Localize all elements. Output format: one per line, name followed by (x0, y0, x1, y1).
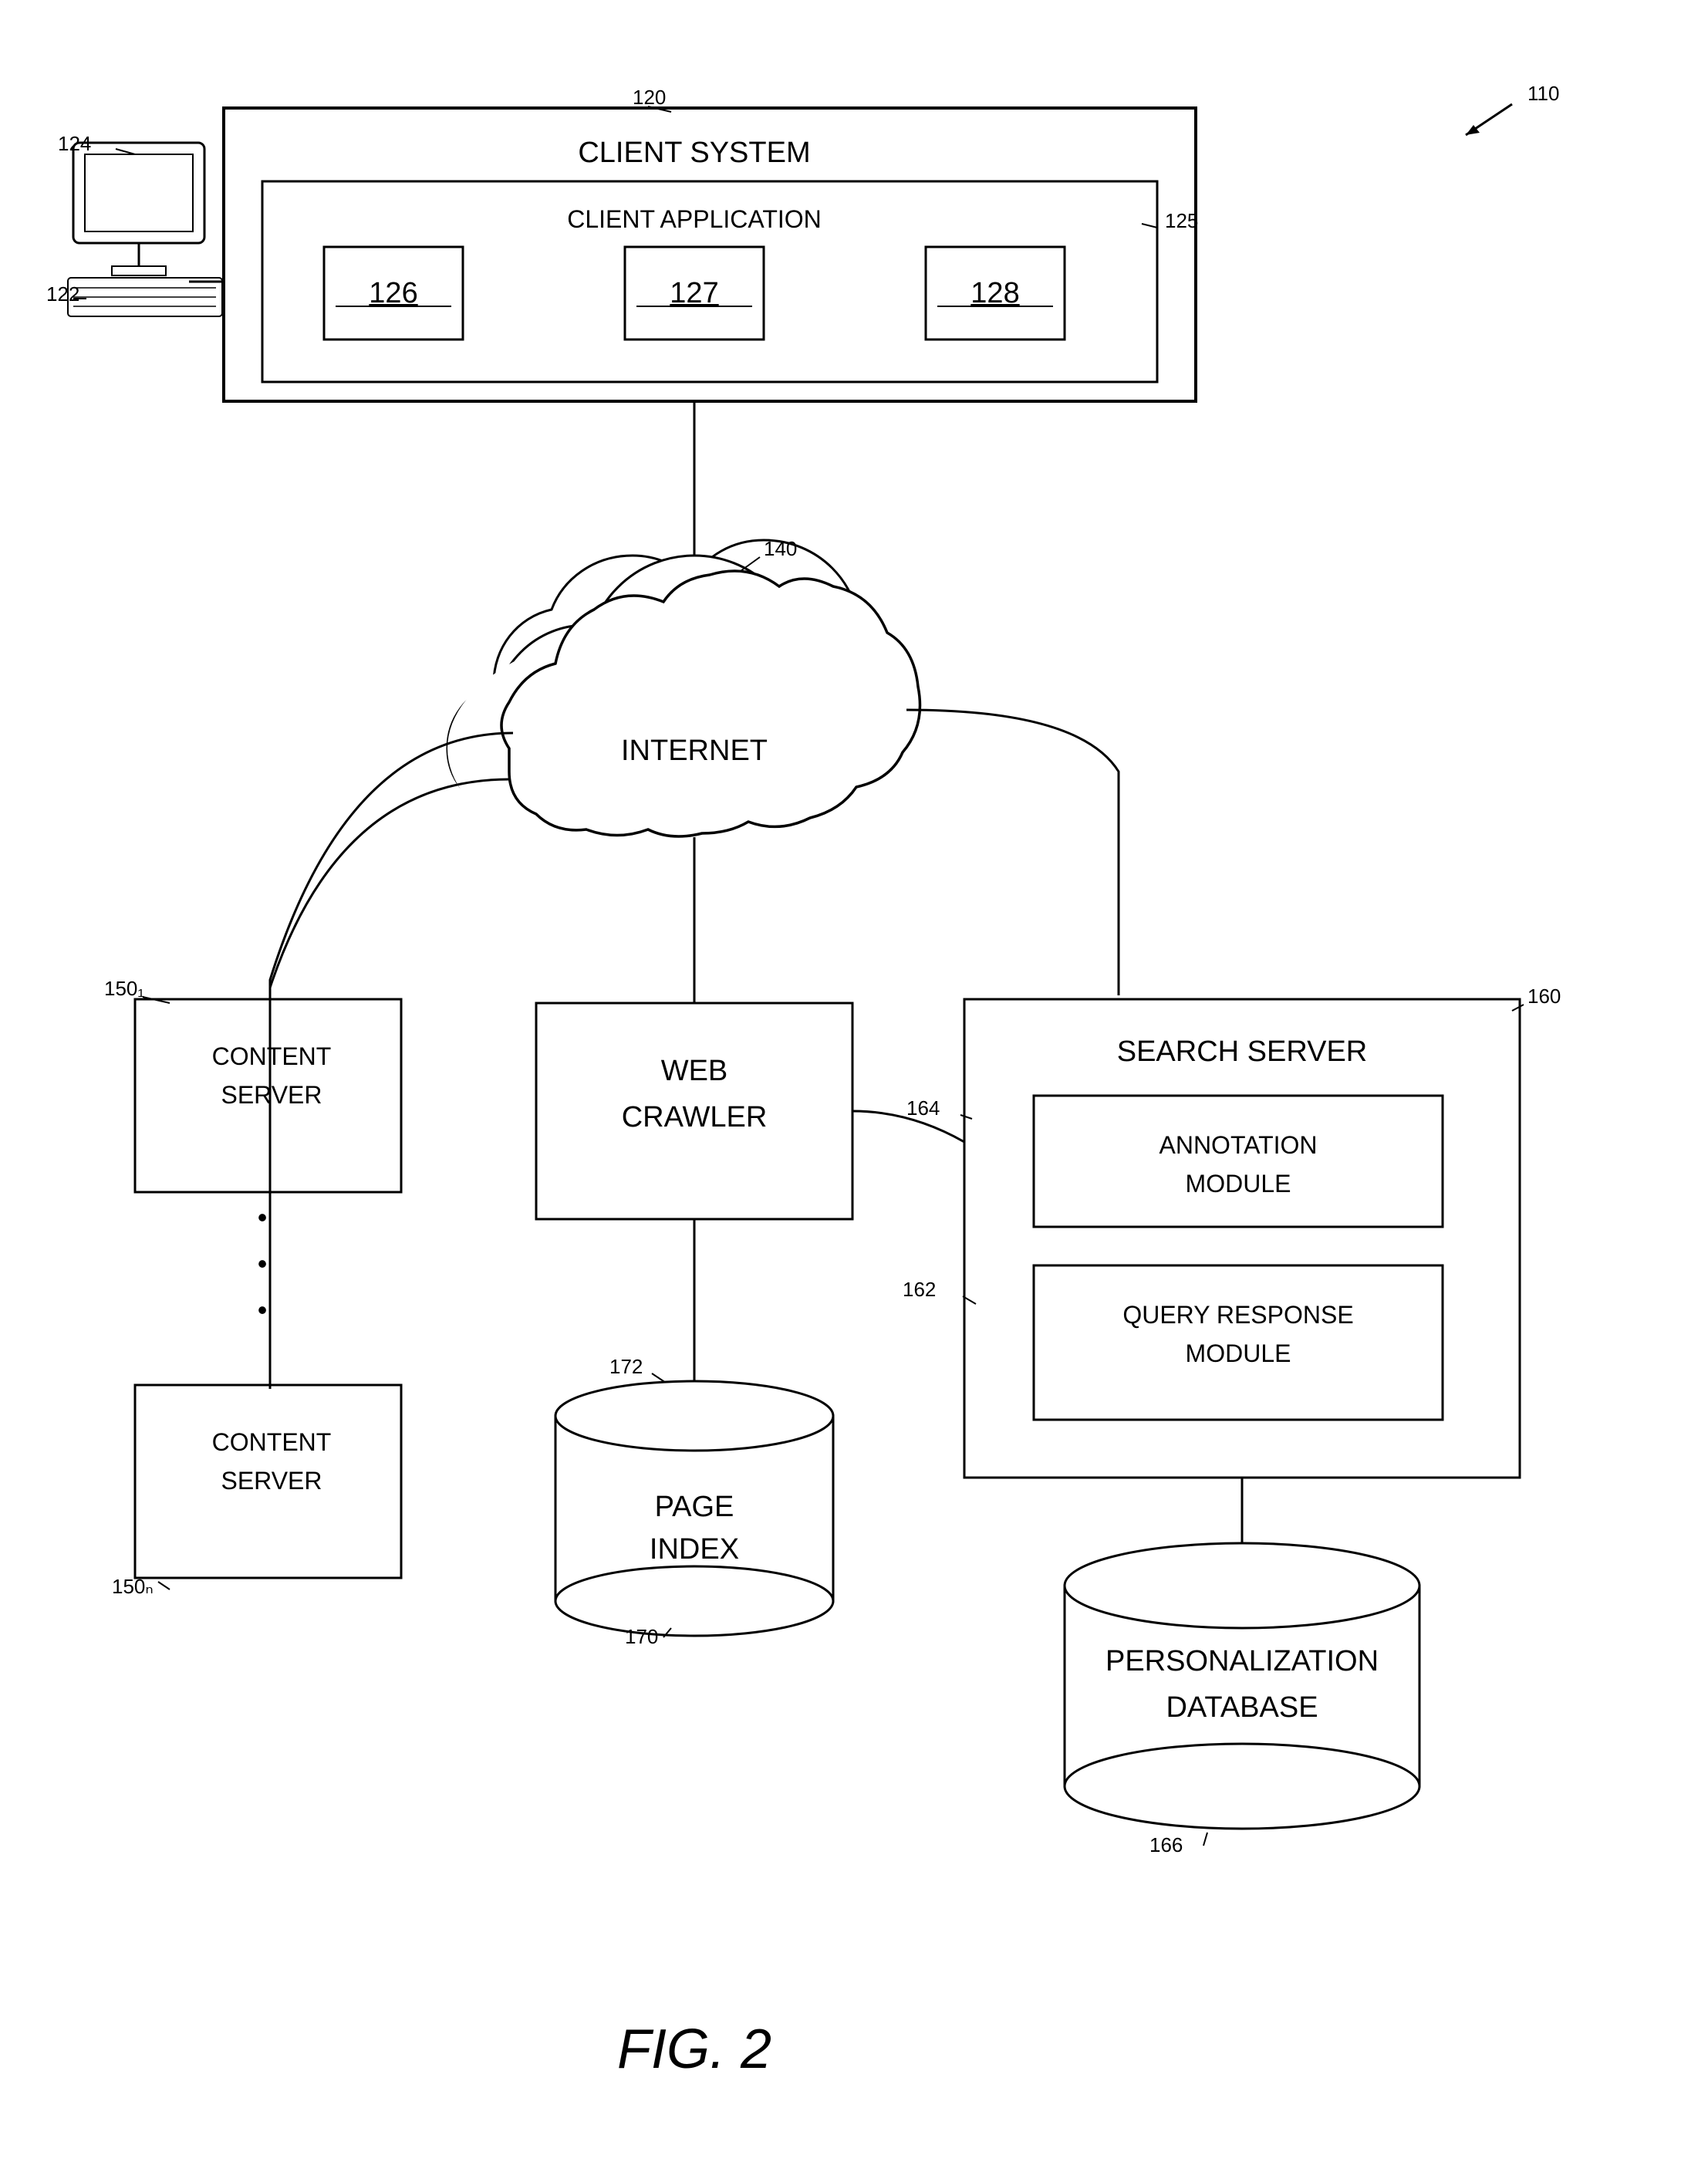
diagram-container: 110 120 CLIENT SYSTEM CLIENT APPLICATION… (0, 0, 1708, 2162)
annotation-module-label1: ANNOTATION (1159, 1131, 1317, 1159)
search-server-label: SEARCH SERVER (1117, 1035, 1368, 1068)
annotation-module-label2: MODULE (1186, 1170, 1291, 1198)
content-server-1-label2: SERVER (221, 1081, 322, 1109)
dots-2: • (258, 1248, 268, 1279)
figure-label: FIG. 2 (617, 2018, 771, 2080)
ref-172: 172 (609, 1355, 643, 1378)
ref-124: 124 (58, 132, 91, 155)
personalization-db-label1: PERSONALIZATION (1105, 1645, 1379, 1677)
ref-166: 166 (1149, 1833, 1183, 1856)
ref-140: 140 (764, 537, 797, 560)
client-system-label: CLIENT SYSTEM (578, 137, 810, 169)
module-128-label: 128 (970, 277, 1019, 309)
content-server-n-label2: SERVER (221, 1467, 322, 1495)
ref-164: 164 (906, 1096, 940, 1120)
ref-160: 160 (1527, 985, 1561, 1008)
client-application-label: CLIENT APPLICATION (567, 205, 822, 233)
ref-122: 122 (46, 282, 79, 306)
page-index-label1: PAGE (655, 1491, 734, 1523)
query-response-label1: QUERY RESPONSE (1122, 1301, 1353, 1329)
ref-125: 125 (1165, 209, 1198, 232)
module-127-label: 127 (670, 277, 718, 309)
internet-label: INTERNET (621, 735, 768, 767)
page-index-label2: INDEX (650, 1533, 739, 1566)
dots-1: • (258, 1201, 268, 1233)
content-server-n-label1: CONTENT (212, 1428, 332, 1456)
module-126-label: 126 (369, 277, 417, 309)
web-crawler-label2: CRAWLER (622, 1101, 768, 1133)
ref-150-n: 150ₙ (112, 1575, 154, 1598)
content-server-1-label1: CONTENT (212, 1042, 332, 1070)
web-crawler-label1: WEB (661, 1055, 728, 1087)
query-response-label2: MODULE (1186, 1339, 1291, 1367)
personalization-db-label2: DATABASE (1166, 1691, 1318, 1724)
ref-170: 170 (625, 1625, 658, 1648)
ref-120: 120 (633, 86, 666, 109)
ref-110: 110 (1527, 82, 1559, 105)
dots-3: • (258, 1294, 268, 1326)
ref-162: 162 (903, 1278, 936, 1301)
ref-150-1: 150₁ (104, 977, 144, 1000)
internet-cloud (447, 540, 941, 876)
